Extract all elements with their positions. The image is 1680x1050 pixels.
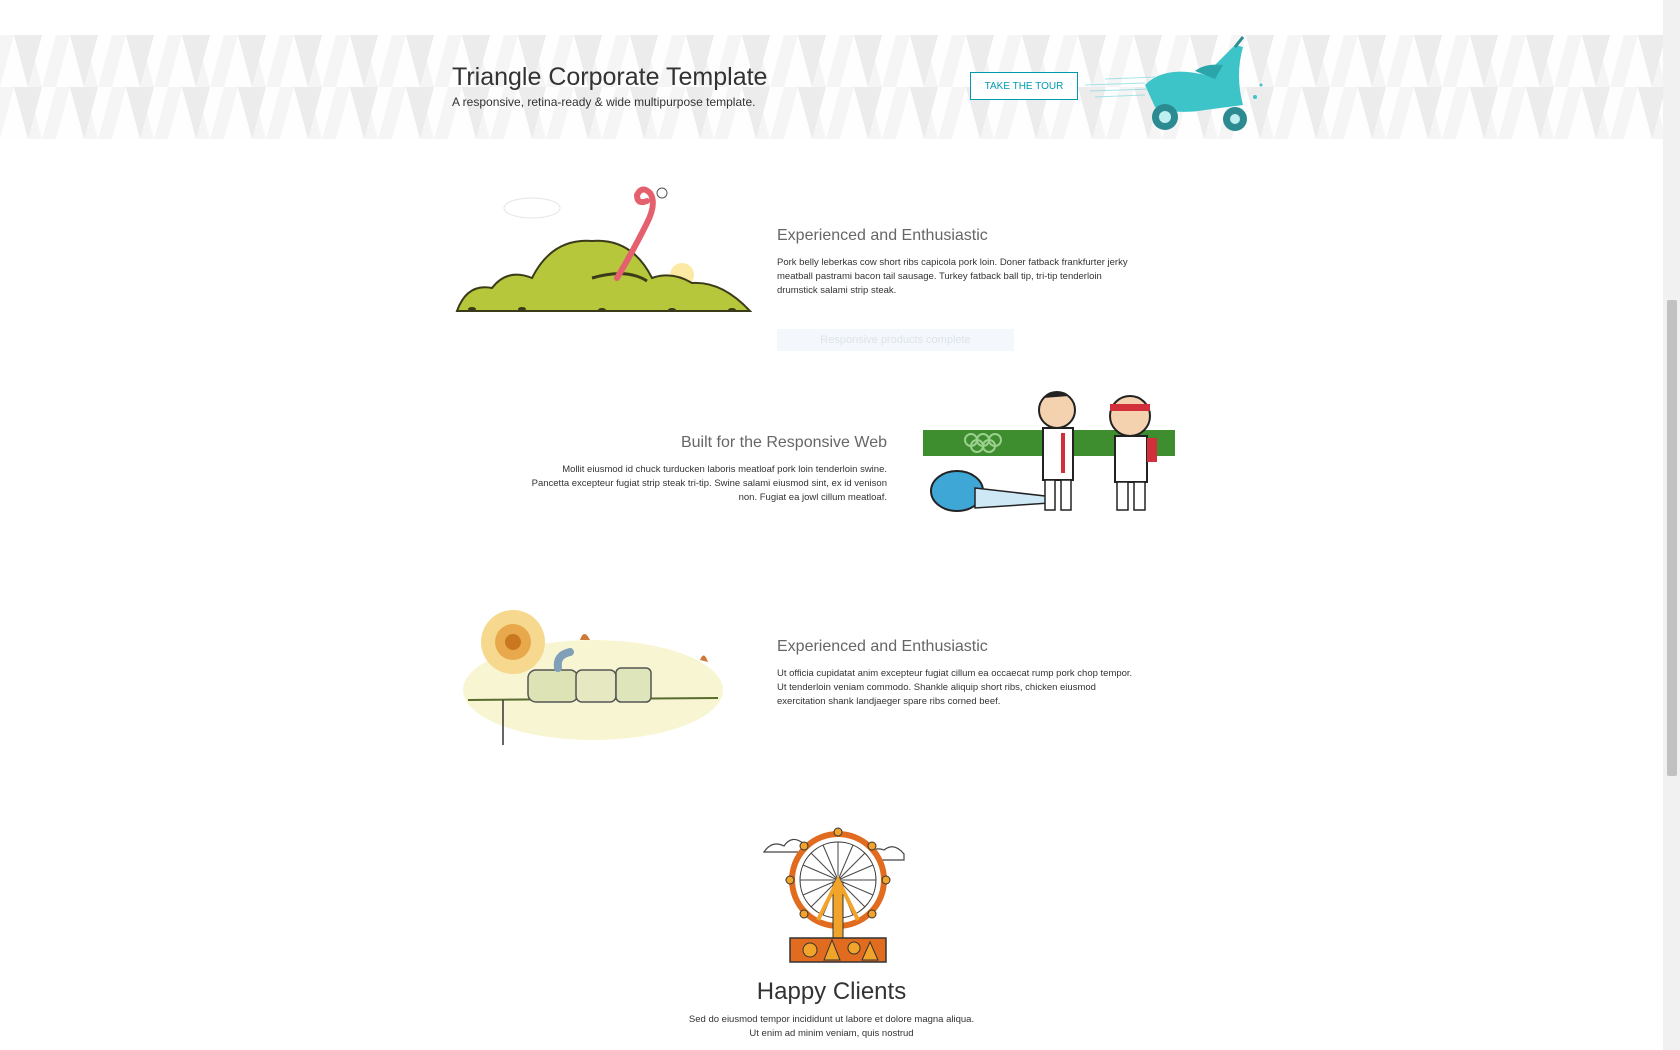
banner-title: Triangle Corporate Template [452, 63, 768, 91]
feature-3-text: Ut officia cupidatat anim excepteur fugi… [777, 668, 1133, 707]
vertical-scrollbar[interactable] [1663, 0, 1680, 1050]
happy-clients-title: Happy Clients [756, 978, 907, 1005]
feature-2-title: Built for the Responsive Web [680, 434, 887, 451]
scooter-illustration [1085, 36, 1263, 131]
feature-2-text: Mollit eiusmod id chuck turducken labori… [531, 464, 887, 503]
hero-banner: Triangle Corporate Template A responsive… [0, 35, 1663, 139]
take-the-tour-button[interactable]: TAKE THE TOUR [970, 72, 1078, 100]
feature-1-title: Experienced and Enthusiastic [777, 227, 988, 244]
banner-subtitle: A responsive, retina-ready & wide multip… [452, 95, 756, 109]
feature-1-text: Pork belly leberkas cow short ribs capic… [777, 257, 1128, 296]
karate-illustration [923, 391, 1175, 512]
robot-desert-illustration [463, 610, 723, 745]
happy-clients-text-line-2: Ut enim ad minim veniam, quis nostrud [749, 1028, 914, 1039]
ferris-wheel-illustration [762, 827, 905, 963]
happy-clients-text-line-1: Sed do eiusmod tempor incididunt ut labo… [688, 1014, 975, 1025]
happy-clients-text: Sed do eiusmod tempor incididunt ut labo… [0, 1013, 1663, 1041]
feature-3-title: Experienced and Enthusiastic [777, 638, 988, 655]
worm-hill-illustration [455, 186, 752, 312]
feature-1-faded-button[interactable]: Responsive products complete [777, 329, 1014, 351]
scrollbar-thumb[interactable] [1667, 300, 1677, 776]
triangle-pattern [0, 35, 1663, 139]
